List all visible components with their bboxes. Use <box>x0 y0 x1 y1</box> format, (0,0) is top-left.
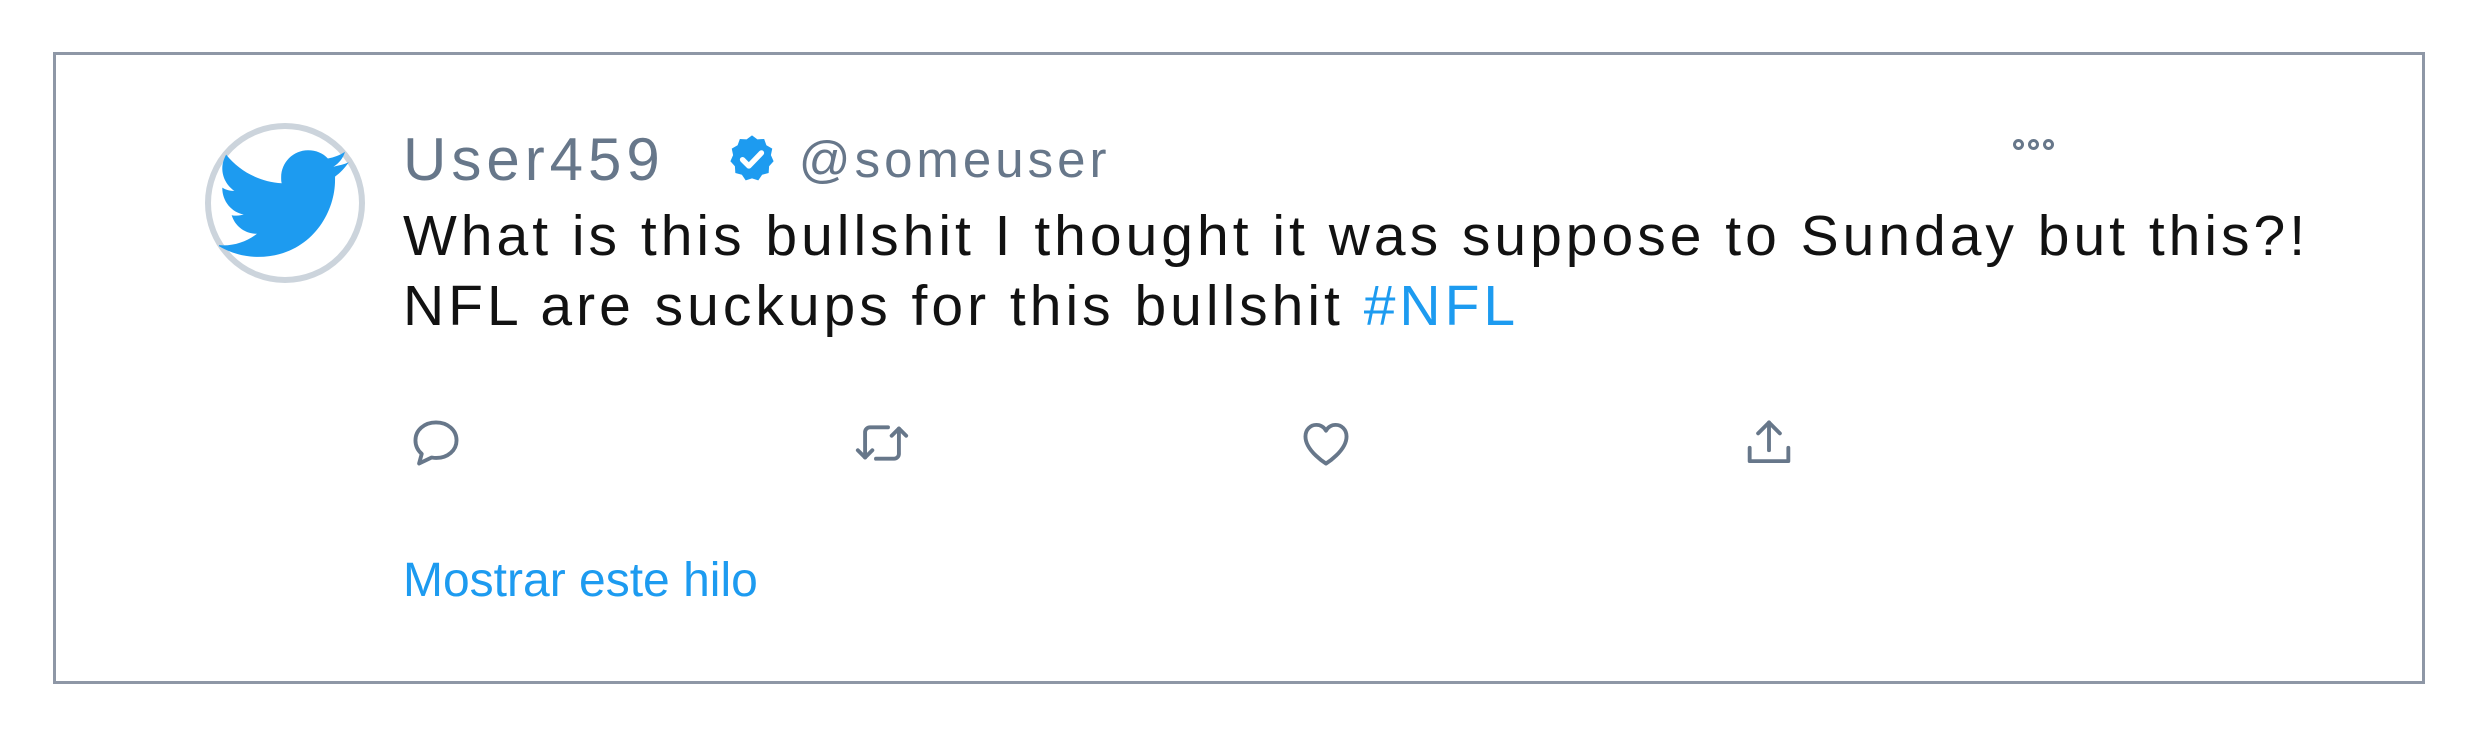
like-icon <box>1303 422 1349 466</box>
more-options-icon[interactable] <box>2013 139 2054 150</box>
retweet-button[interactable] <box>850 411 914 475</box>
tweet-body-text: What is this bullshit I thought it was s… <box>403 204 2310 338</box>
share-icon <box>1747 420 1791 464</box>
user-handle[interactable]: @someuser <box>799 130 1111 189</box>
twitter-bird-icon <box>219 150 349 257</box>
more-dot <box>2043 139 2054 150</box>
tweet-header: User459 @someuser <box>403 123 1111 195</box>
display-name[interactable]: User459 <box>403 125 665 194</box>
reply-icon <box>413 420 459 466</box>
more-dot <box>2028 139 2039 150</box>
hashtag-link[interactable]: #NFL <box>1364 274 1519 338</box>
show-thread-link[interactable]: Mostrar este hilo <box>403 553 758 608</box>
like-button[interactable] <box>1294 411 1358 475</box>
avatar[interactable] <box>205 123 365 283</box>
more-dot <box>2013 139 2024 150</box>
tweet-text: What is this bullshit I thought it was s… <box>403 201 2423 341</box>
reply-button[interactable] <box>404 411 468 475</box>
share-button[interactable] <box>1737 411 1801 475</box>
retweet-icon <box>855 425 909 461</box>
tweet-card: User459 @someuser What is this bullshit … <box>53 52 2425 684</box>
verified-badge-icon <box>725 132 779 186</box>
